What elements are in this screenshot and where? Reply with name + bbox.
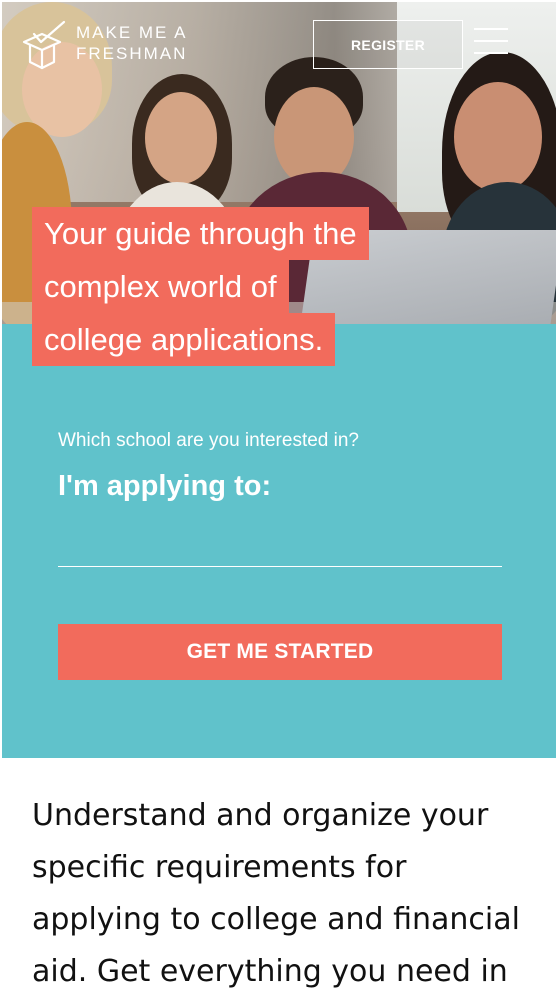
intro-line-1: Understand and organize your bbox=[32, 798, 489, 833]
register-button[interactable]: REGISTER bbox=[313, 20, 463, 69]
intro-text: Understand and organize your specific re… bbox=[32, 790, 532, 998]
graduation-box-icon bbox=[22, 20, 66, 70]
logo-line-1: MAKE ME A bbox=[76, 23, 188, 42]
hero-headline: Your guide through the complex world of … bbox=[32, 207, 369, 366]
logo-line-2: FRESHMAN bbox=[76, 44, 188, 63]
headline-line-3: college applications. bbox=[32, 313, 336, 366]
school-question: Which school are you interested in? bbox=[58, 430, 359, 451]
get-started-button[interactable]: GET ME STARTED bbox=[58, 624, 502, 680]
applying-label: I'm applying to: bbox=[58, 470, 272, 502]
logo[interactable]: MAKE ME A FRESHMAN bbox=[20, 20, 200, 72]
headline-line-2: complex world of bbox=[32, 260, 289, 313]
intro-line-2: specific requirements for bbox=[32, 850, 407, 885]
intro-line-3: applying to college and financial bbox=[32, 902, 520, 937]
school-input[interactable] bbox=[58, 520, 502, 567]
logo-text: MAKE ME A FRESHMAN bbox=[76, 22, 188, 64]
menu-icon[interactable] bbox=[474, 26, 512, 58]
headline-line-1: Your guide through the bbox=[32, 207, 369, 260]
intro-line-4: aid. Get everything you need in bbox=[32, 954, 508, 989]
